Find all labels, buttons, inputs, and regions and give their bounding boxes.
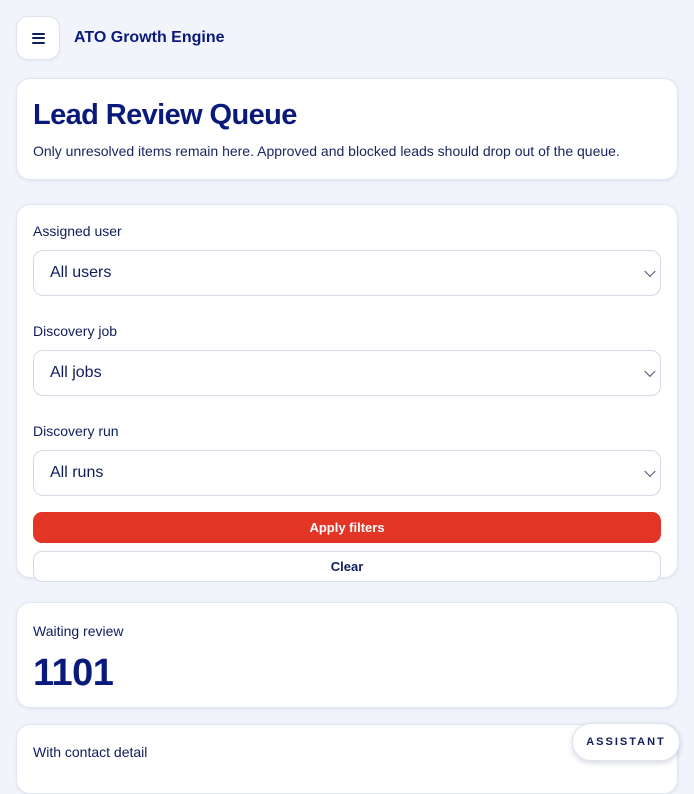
discovery-job-select[interactable]: All jobs <box>33 350 661 396</box>
discovery-job-value: All jobs <box>50 364 102 381</box>
chevron-down-icon <box>644 365 656 378</box>
hamburger-menu-icon <box>31 32 45 44</box>
discovery-run-label: Discovery run <box>33 423 119 439</box>
contact-detail-label: With contact detail <box>33 744 148 760</box>
chevron-down-icon <box>644 265 656 278</box>
page-title: Lead Review Queue <box>33 99 297 131</box>
assistant-button[interactable]: ASSISTANT <box>572 723 680 761</box>
discovery-job-label: Discovery job <box>33 323 118 339</box>
waiting-review-count: 1101 <box>33 652 114 694</box>
apply-filters-button[interactable]: Apply filters <box>33 512 661 543</box>
discovery-run-value: All runs <box>50 464 104 481</box>
page-subtitle: Only unresolved items remain here. Appro… <box>33 143 620 159</box>
assigned-user-label: Assigned user <box>33 223 122 239</box>
menu-button[interactable] <box>16 16 60 60</box>
intro-card: Lead Review Queue Only unresolved items … <box>16 78 678 180</box>
assigned-user-select[interactable]: All users <box>33 250 661 296</box>
clear-filters-button[interactable]: Clear <box>33 551 661 582</box>
chevron-down-icon <box>644 465 656 478</box>
assigned-user-value: All users <box>50 264 112 281</box>
top-bar: ATO Growth Engine <box>16 16 225 60</box>
filters-card: Assigned user All users Discovery job Al… <box>16 204 678 582</box>
discovery-run-select[interactable]: All runs <box>33 450 661 496</box>
app-brand: ATO Growth Engine <box>74 29 225 46</box>
waiting-review-card: Waiting review 1101 <box>16 602 678 708</box>
waiting-review-label: Waiting review <box>33 623 124 639</box>
